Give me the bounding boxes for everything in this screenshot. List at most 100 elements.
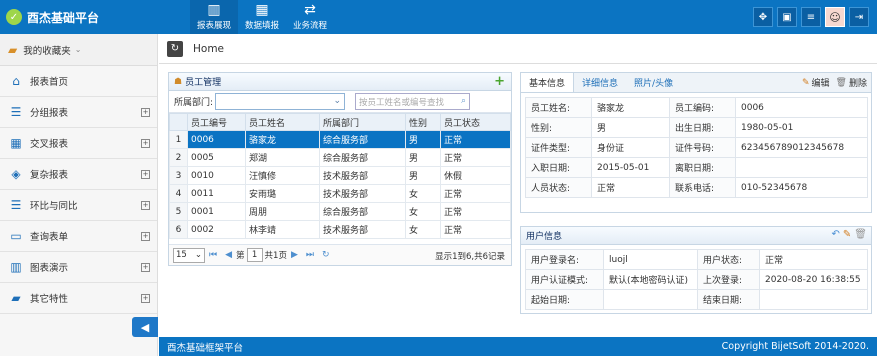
- sidebar-item-cross-report[interactable]: ▦ 交叉报表 +: [0, 128, 157, 159]
- chevron-down-icon: ⌄: [194, 249, 202, 260]
- field-label: 证件类型:: [525, 137, 592, 158]
- field-value: 身份证: [591, 137, 670, 158]
- sidebar-item-label: 其它特性: [30, 294, 69, 305]
- employee-table: 员工编号 员工姓名 所属部门 性别 员工状态 1 0006 骆家龙 综合服务部 …: [169, 113, 511, 239]
- row-number: 4: [169, 184, 188, 203]
- undo-icon[interactable]: ↶: [832, 229, 840, 240]
- user-info-table: 用户登录名: luojl 用户状态: 正常 用户认证模式: 默认(本地密码认证)…: [525, 249, 868, 310]
- menu-button[interactable]: ≡: [801, 7, 821, 27]
- sidebar-item-report-home[interactable]: ⌂ 报表首页: [0, 66, 157, 97]
- expand-plus-icon[interactable]: +: [141, 139, 150, 148]
- column-header[interactable]: 所属部门: [319, 113, 406, 131]
- logout-button[interactable]: ⇥: [849, 7, 869, 27]
- next-page-icon[interactable]: ▶: [291, 250, 298, 260]
- expand-plus-icon[interactable]: +: [141, 263, 150, 272]
- field-label: 上次登录:: [697, 269, 760, 290]
- sidebar-item-label: 分组报表: [30, 108, 69, 119]
- dept-select[interactable]: ⌄: [215, 93, 346, 110]
- sidebar-item-other-features[interactable]: ▰ 其它特性 +: [0, 283, 157, 314]
- nav-workflow[interactable]: ⇄ 业务流程: [286, 0, 334, 34]
- reload-icon[interactable]: ↻: [322, 250, 330, 260]
- row-number-header: [169, 113, 188, 131]
- page-total: 共1页: [264, 251, 287, 261]
- app-title: 酉杰基础平台: [27, 10, 100, 25]
- breadcrumb-home[interactable]: Home: [193, 43, 224, 55]
- add-icon[interactable]: +: [494, 74, 505, 89]
- cell-name: 周朋: [245, 202, 320, 221]
- expand-plus-icon[interactable]: +: [141, 108, 150, 117]
- sidebar-item-ratio[interactable]: ☰ 环比与同比 +: [0, 190, 157, 221]
- cube-icon: ◈: [11, 167, 21, 181]
- logout-icon: ⇥: [854, 11, 864, 23]
- table-header-row: 员工编号 员工姓名 所属部门 性别 员工状态: [169, 113, 511, 131]
- column-header[interactable]: 性别: [405, 113, 441, 131]
- expand-plus-icon[interactable]: +: [141, 170, 150, 179]
- tab-detail-info[interactable]: 详细信息: [574, 73, 626, 92]
- favorites-label: 我的收藏夹: [23, 45, 71, 57]
- sidebar-item-query-form[interactable]: ▭ 查询表单 +: [0, 221, 157, 252]
- page-number-input[interactable]: 1: [246, 248, 263, 262]
- tab-photo[interactable]: 照片/头像: [626, 73, 681, 92]
- cell-sex: 女: [405, 220, 441, 239]
- cell-name: 汪慎修: [245, 166, 320, 185]
- first-page-icon[interactable]: ⏮: [209, 250, 217, 260]
- page-size-select[interactable]: 15 ⌄: [173, 247, 205, 263]
- edit-button[interactable]: ✎ 编辑: [802, 76, 830, 90]
- fullscreen-button[interactable]: ✥: [753, 7, 773, 27]
- sidebar-collapse-button[interactable]: ◀: [132, 317, 158, 337]
- sidebar-item-group-report[interactable]: ☰ 分组报表 +: [0, 97, 157, 128]
- chevron-down-icon: ⌄: [333, 96, 342, 106]
- last-page-icon[interactable]: ⏭: [306, 250, 314, 260]
- lock-button[interactable]: ▣: [777, 7, 797, 27]
- cell-name: 林李靖: [245, 220, 320, 239]
- sidebar-item-label: 图表演示: [30, 263, 69, 274]
- user-actions: ↶ ✎ 🗑: [832, 229, 867, 240]
- avatar[interactable]: ☺: [825, 7, 845, 27]
- table-row[interactable]: 3 0010 汪慎修 技术服务部 男 休假: [169, 166, 511, 185]
- page-prefix: 第: [236, 251, 245, 261]
- tab-basic-info[interactable]: 基本信息: [521, 73, 575, 92]
- expand-plus-icon[interactable]: +: [141, 294, 150, 303]
- sidebar-item-chart-demo[interactable]: ▥ 图表演示 +: [0, 252, 157, 283]
- table-row[interactable]: 1 0006 骆家龙 综合服务部 男 正常: [169, 130, 511, 149]
- delete-button[interactable]: 🗑 删除: [836, 76, 867, 90]
- expand-plus-icon[interactable]: +: [141, 201, 150, 210]
- prev-page-icon[interactable]: ◀: [225, 250, 232, 260]
- arrow-left-icon: ◀: [140, 320, 150, 334]
- table-row[interactable]: 4 0011 安雨璐 技术服务部 女 正常: [169, 184, 511, 203]
- shuffle-icon: ⇄: [304, 2, 316, 18]
- header-tools: ✥ ▣ ≡ ☺ ⇥: [753, 7, 869, 27]
- info-row: 人员状态: 正常 联系电话: 010-52345678: [525, 177, 868, 198]
- column-header[interactable]: 员工状态: [440, 113, 511, 131]
- app-logo[interactable]: ✓ 酉杰基础平台: [6, 8, 99, 26]
- list-icon: ☰: [10, 198, 22, 212]
- favorites-menu[interactable]: ▰ 我的收藏夹 ⌄: [0, 34, 157, 66]
- table-row[interactable]: 6 0002 林李靖 技术服务部 女 正常: [169, 220, 511, 239]
- info-row: 入职日期: 2015-05-01 离职日期:: [525, 157, 868, 178]
- search-input[interactable]: 按员工姓名或编号查找 ⌕: [355, 93, 471, 110]
- table-row[interactable]: 2 0005 郑湖 综合服务部 男 正常: [169, 148, 511, 167]
- field-label: 结束日期:: [697, 289, 760, 310]
- panel-header: 用户信息 ↶ ✎ 🗑: [521, 227, 871, 245]
- column-header[interactable]: 员工姓名: [245, 113, 320, 131]
- table-row[interactable]: 5 0001 周朋 综合服务部 女 正常: [169, 202, 511, 221]
- column-header[interactable]: 员工编号: [187, 113, 246, 131]
- trash-icon[interactable]: 🗑: [854, 229, 867, 240]
- info-row: 起始日期: 结束日期:: [525, 289, 868, 310]
- cell-dept: 综合服务部: [319, 148, 406, 167]
- cell-sex: 男: [405, 166, 441, 185]
- info-row: 性别: 男 出生日期: 1980-05-01: [525, 117, 868, 138]
- panel-title: 用户信息: [526, 232, 563, 242]
- pencil-icon[interactable]: ✎: [843, 229, 851, 240]
- field-value: 2020-08-20 16:38:55: [759, 269, 868, 290]
- form-icon: ▭: [10, 229, 22, 243]
- sidebar-item-complex-report[interactable]: ◈ 复杂报表 +: [0, 159, 157, 190]
- cell-name: 安雨璐: [245, 184, 320, 203]
- field-label: 员工姓名:: [525, 97, 592, 118]
- field-value: 0006: [735, 97, 868, 118]
- refresh-icon[interactable]: ↻: [167, 40, 183, 57]
- copyright: Copyright BijetSoft 2014-2020.: [721, 341, 869, 352]
- expand-plus-icon[interactable]: +: [141, 232, 150, 241]
- nav-report-display[interactable]: ▥ 报表展现: [190, 0, 238, 34]
- nav-data-entry[interactable]: ▦ 数据填报: [238, 0, 286, 34]
